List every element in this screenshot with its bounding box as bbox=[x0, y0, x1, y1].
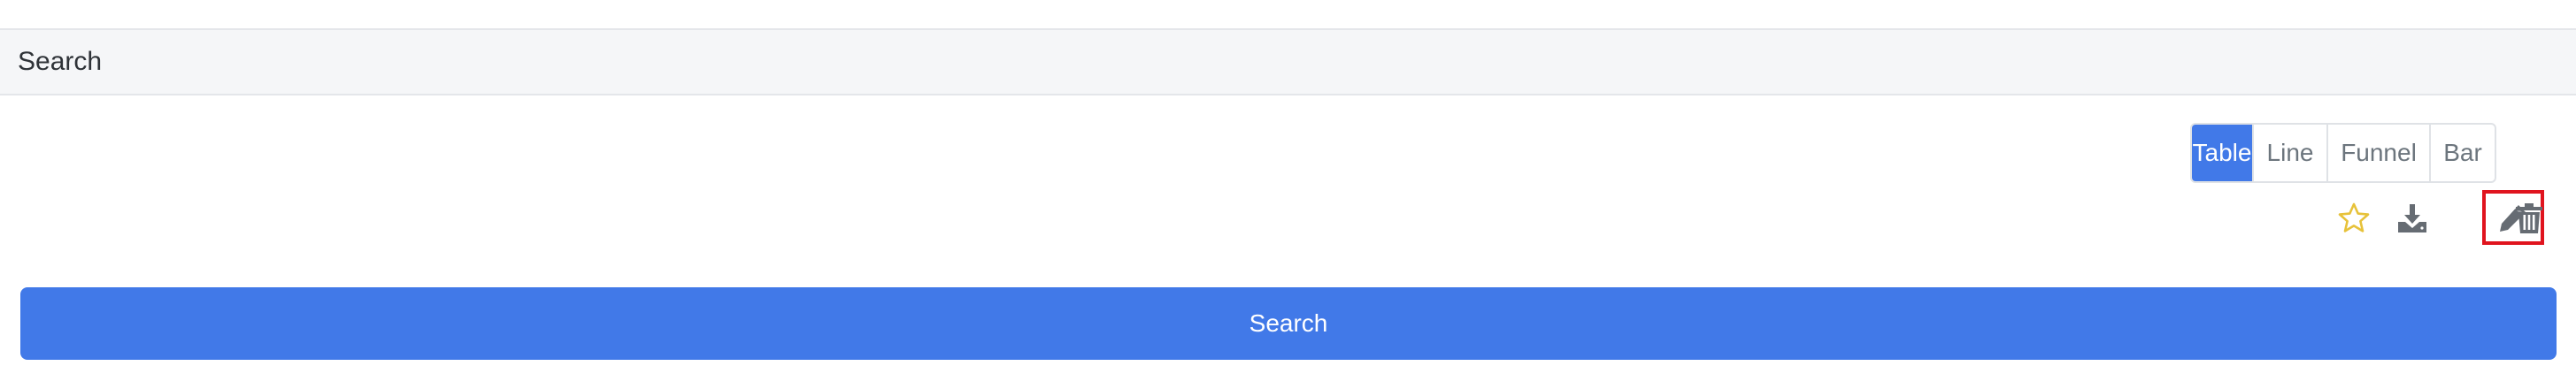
view-option-bar[interactable]: Bar bbox=[2429, 125, 2495, 181]
star-icon-graphic bbox=[2338, 202, 2370, 232]
star-icon[interactable] bbox=[2336, 201, 2372, 236]
search-button[interactable]: Search bbox=[20, 287, 2557, 360]
page: Search Table Line Funnel Bar Search bbox=[0, 0, 2576, 381]
view-option-funnel[interactable]: Funnel bbox=[2326, 125, 2429, 181]
download-icon[interactable] bbox=[2395, 201, 2430, 236]
view-option-table[interactable]: Table bbox=[2192, 125, 2252, 181]
panel-title: Search bbox=[18, 47, 103, 76]
download-icon-graphic bbox=[2398, 204, 2426, 232]
trash-icon[interactable] bbox=[2511, 201, 2547, 236]
trash-icon-graphic bbox=[2516, 203, 2542, 233]
view-type-toggle: Table Line Funnel Bar bbox=[2190, 123, 2496, 183]
view-option-line[interactable]: Line bbox=[2252, 125, 2326, 181]
panel-header: Search bbox=[0, 28, 2576, 95]
